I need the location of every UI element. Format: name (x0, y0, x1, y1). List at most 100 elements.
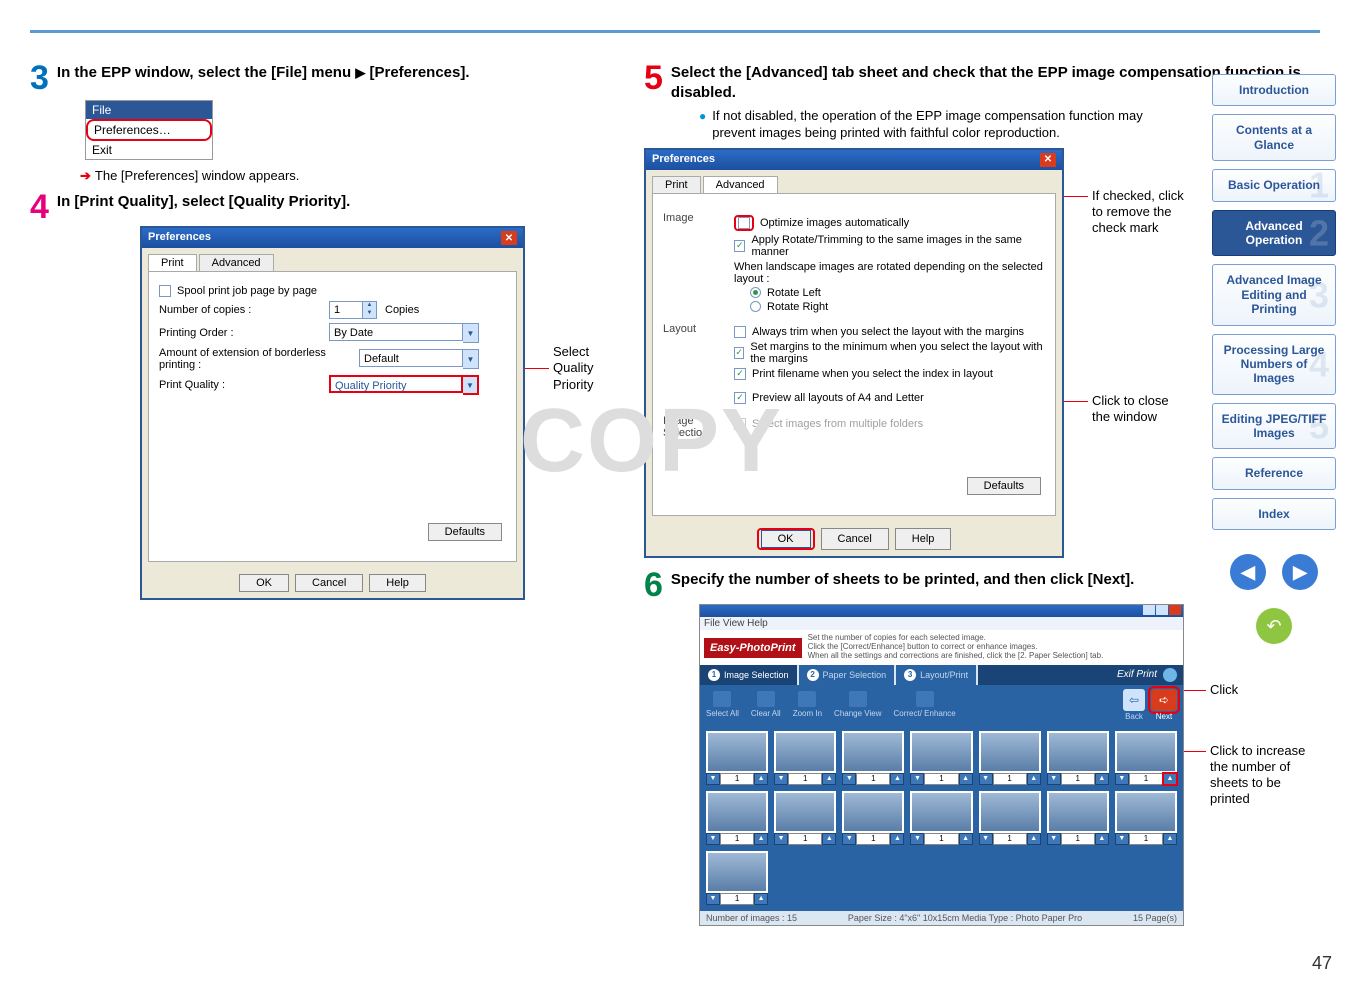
thumbnail[interactable]: ▼1▲ (774, 791, 836, 845)
back-button[interactable]: ⇦ (1123, 689, 1145, 711)
preview-checkbox[interactable]: ✓ (734, 392, 746, 404)
file-menu-preferences[interactable]: Preferences… (86, 119, 212, 141)
wizard-step-3[interactable]: 3Layout/Print (896, 665, 976, 685)
dialog-title: Preferences (652, 153, 715, 167)
chevron-down-icon[interactable]: ▼ (463, 375, 479, 395)
page-number: 47 (1312, 953, 1332, 974)
cancel-button[interactable]: Cancel (821, 528, 889, 550)
close-icon[interactable]: ✕ (1040, 153, 1056, 167)
status-image-count: Number of images : 15 (706, 913, 797, 923)
annotation-quality-priority: Select Quality Priority (553, 344, 613, 393)
correct-enhance-tool[interactable]: Correct/ Enhance (894, 691, 956, 718)
always-trim-checkbox[interactable] (734, 326, 746, 338)
dialog-title: Preferences (148, 231, 211, 245)
thumbnail[interactable]: ▼1▲ (1115, 791, 1177, 845)
app-logo: Easy-PhotoPrint (704, 638, 802, 658)
menu-bar[interactable]: File View Help (700, 617, 1183, 630)
close-icon[interactable]: ✕ (501, 231, 517, 245)
step-3-number: 3 (30, 63, 49, 94)
thumbnail[interactable]: ▼1▲ (979, 791, 1041, 845)
select-all-tool[interactable]: Select All (706, 691, 739, 718)
thumbnail[interactable]: ▼1▲ (774, 731, 836, 785)
status-paper: Paper Size : 4"x6" 10x15cm Media Type : … (848, 913, 1082, 923)
nav-advanced-image-editing[interactable]: 3Advanced Image Editing and Printing (1212, 264, 1336, 325)
side-navigation: Introduction Contents at a Glance 1Basic… (1212, 74, 1336, 644)
prev-page-button[interactable]: ◀ (1230, 554, 1266, 590)
annotation-close-window: Click to close the window (1092, 393, 1182, 426)
ok-button[interactable]: OK (239, 574, 289, 592)
thumbnail-grid: ▼1▲ ▼1▲ ▼1▲ ▼1▲ ▼1▲ ▼1▲ ▼1▲ ▼1▲ ▼1▲ ▼1▲ … (700, 725, 1183, 911)
next-button[interactable]: ➪ (1151, 689, 1177, 711)
thumbnail[interactable]: ▼1▲ (842, 731, 904, 785)
help-button[interactable]: Help (895, 528, 952, 550)
printing-order-combo[interactable]: By Date▼ (329, 323, 479, 343)
thumbnail[interactable]: ▼1▲ (1115, 731, 1177, 785)
thumbnail[interactable]: ▼1▲ (1047, 731, 1109, 785)
step-5-bullet: If not disabled, the operation of the EP… (712, 108, 1179, 142)
result-arrow-icon: ➔ (80, 168, 91, 184)
step-3-title: In the EPP window, select the [File] men… (57, 63, 470, 83)
thumbnail[interactable]: ▼1▲ (979, 731, 1041, 785)
rotate-right-radio[interactable] (750, 301, 761, 312)
thumbnail[interactable]: ▼1▲ (910, 731, 972, 785)
help-icon[interactable] (1163, 668, 1177, 682)
thumbnail[interactable]: ▼1▲ (706, 731, 768, 785)
thumbnail[interactable]: ▼1▲ (1047, 791, 1109, 845)
thumbnail[interactable]: ▼1▲ (910, 791, 972, 845)
change-view-tool[interactable]: Change View (834, 691, 881, 718)
step-6-title: Specify the number of sheets to be print… (671, 570, 1134, 590)
cancel-button[interactable]: Cancel (295, 574, 363, 592)
extension-combo[interactable]: Default▼ (359, 349, 479, 369)
thumbnail[interactable]: ▼1▲ (706, 851, 768, 905)
print-quality-combo[interactable]: Quality Priority▼ (329, 375, 479, 395)
help-button[interactable]: Help (369, 574, 426, 592)
optimize-checkbox[interactable] (738, 217, 750, 229)
app-description: Set the number of copies for each select… (808, 634, 1104, 660)
set-margins-checkbox[interactable]: ✓ (734, 347, 744, 359)
apply-rotate-checkbox[interactable]: ✓ (734, 240, 745, 252)
tab-print[interactable]: Print (148, 254, 197, 271)
clear-all-tool[interactable]: Clear All (751, 691, 781, 718)
file-menu-exit[interactable]: Exit (86, 141, 212, 159)
nav-editing-jpeg-tiff[interactable]: 5Editing JPEG/TIFF Images (1212, 403, 1336, 450)
window-controls[interactable] (700, 605, 1183, 617)
back-history-button[interactable]: ↶ (1256, 608, 1292, 644)
tab-advanced[interactable]: Advanced (199, 254, 274, 271)
copies-input[interactable]: 1 (329, 301, 363, 319)
copies-stepper[interactable]: ▲ ▼ (363, 301, 377, 319)
print-filename-checkbox[interactable]: ✓ (734, 368, 746, 380)
nav-contents[interactable]: Contents at a Glance (1212, 114, 1336, 161)
annotation-click-next: Click (1210, 682, 1238, 698)
nav-index[interactable]: Index (1212, 498, 1336, 530)
preferences-print-dialog: Preferences ✕ Print Advanced Spool print… (140, 226, 525, 600)
tab-advanced[interactable]: Advanced (703, 176, 778, 193)
chevron-down-icon[interactable]: ▼ (463, 323, 479, 343)
nav-basic-operation[interactable]: 1Basic Operation (1212, 169, 1336, 201)
spool-checkbox[interactable] (159, 285, 171, 297)
ok-button[interactable]: OK (761, 530, 811, 548)
wizard-step-2[interactable]: 2Paper Selection (799, 665, 895, 685)
zoom-in-tool[interactable]: Zoom In (793, 691, 822, 718)
optimize-checkbox-highlight (734, 215, 754, 231)
next-page-button[interactable]: ▶ (1282, 554, 1318, 590)
file-menu-header[interactable]: File (86, 101, 212, 119)
nav-reference[interactable]: Reference (1212, 457, 1336, 489)
defaults-button[interactable]: Defaults (967, 477, 1041, 495)
thumbnail[interactable]: ▼1▲ (842, 791, 904, 845)
thumbnail[interactable]: ▼1▲ (706, 791, 768, 845)
nav-introduction[interactable]: Introduction (1212, 74, 1336, 106)
wizard-step-1[interactable]: 1Image Selection (700, 665, 797, 685)
preferences-advanced-dialog: Preferences ✕ Print Advanced Image Optim… (644, 148, 1064, 558)
step-5-number: 5 (644, 63, 663, 94)
nav-advanced-operation[interactable]: 2Advanced Operation (1212, 210, 1336, 257)
chevron-down-icon[interactable]: ▼ (463, 349, 479, 369)
bullet-icon: ● (699, 108, 706, 142)
nav-processing-large-numbers[interactable]: 4Processing Large Numbers of Images (1212, 334, 1336, 395)
step-6-number: 6 (644, 570, 663, 601)
defaults-button[interactable]: Defaults (428, 523, 502, 541)
rotate-left-radio[interactable] (750, 287, 761, 298)
tab-print[interactable]: Print (652, 176, 701, 193)
status-pages: 15 Page(s) (1133, 913, 1177, 923)
increase-count-button[interactable]: ▲ (1163, 773, 1177, 785)
multi-folder-checkbox (734, 418, 746, 430)
